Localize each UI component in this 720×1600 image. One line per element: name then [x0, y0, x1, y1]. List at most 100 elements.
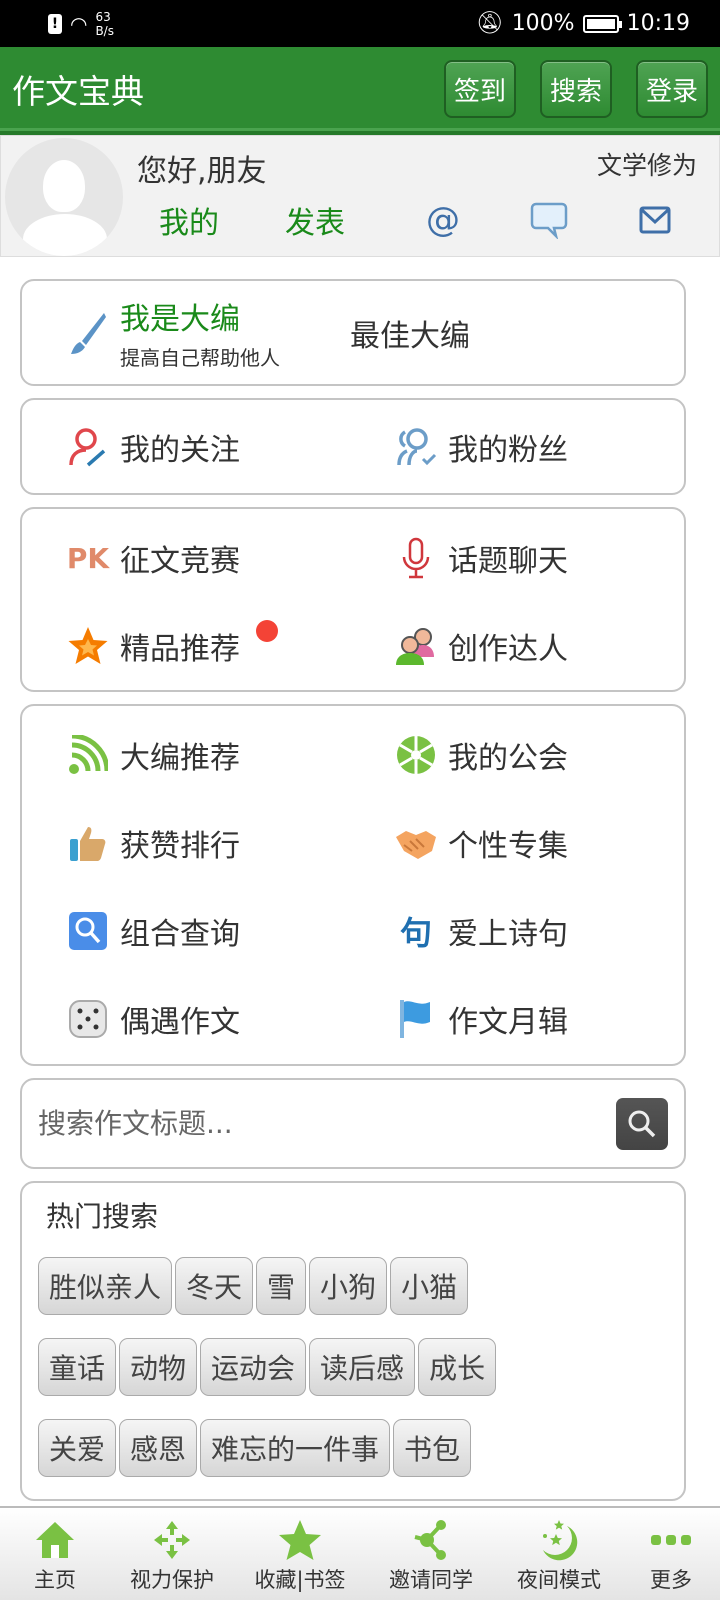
- clock: 10:19: [626, 11, 690, 36]
- follow-user-icon: [66, 425, 110, 469]
- editor-picks-label: 大编推荐: [120, 741, 240, 776]
- my-fans-label: 我的粉丝: [448, 432, 568, 468]
- battery-percent: 100%: [511, 11, 575, 36]
- pk-icon: PK: [66, 541, 110, 575]
- topic-chat-label: 话题聊天: [448, 544, 568, 579]
- brush-icon: [66, 311, 110, 355]
- hot-search-card: 热门搜索 胜似亲人 冬天 雪 小狗 小猫 童话 动物 运动会 读后感 成长 关爱…: [20, 1181, 686, 1501]
- feature-card: PK 征文竞赛 话题聊天 精品推荐 创作达人: [20, 507, 686, 692]
- hot-search-row: 童话 动物 运动会 读后感 成长: [38, 1338, 684, 1419]
- hot-tag[interactable]: 冬天: [175, 1257, 254, 1315]
- tab-home[interactable]: 主页: [0, 1508, 110, 1600]
- combined-search-item[interactable]: 组合查询: [22, 887, 350, 975]
- monthly-collection-item[interactable]: 作文月辑: [350, 975, 678, 1063]
- creators-label: 创作达人: [448, 632, 568, 667]
- essay-contest-label: 征文竞赛: [120, 544, 240, 579]
- hot-tag[interactable]: 雪: [256, 1257, 307, 1315]
- at-mention-icon[interactable]: @: [423, 200, 463, 240]
- hot-tag[interactable]: 关爱: [38, 1419, 117, 1477]
- hot-tag[interactable]: 小狗: [309, 1257, 388, 1315]
- checkin-button[interactable]: 签到: [444, 60, 516, 118]
- editor-card: 我是大编 提高自己帮助他人 最佳大编: [20, 279, 686, 386]
- battery-icon: [582, 14, 622, 33]
- rss-icon: [66, 733, 110, 777]
- likes-ranking-item[interactable]: 获赞排行: [22, 799, 350, 887]
- sim-alert-icon: !: [48, 13, 62, 34]
- search-card: [20, 1078, 686, 1169]
- random-essay-label: 偶遇作文: [120, 1005, 240, 1040]
- tab-night-mode[interactable]: 夜间模式: [496, 1508, 622, 1600]
- comment-icon[interactable]: [529, 200, 569, 240]
- essay-contest-item[interactable]: PK 征文竞赛: [22, 514, 350, 602]
- tab-more-label: 更多: [650, 1568, 692, 1592]
- my-fans-item[interactable]: 我的粉丝: [350, 403, 678, 491]
- featured-item[interactable]: 精品推荐: [22, 602, 350, 690]
- hot-tag[interactable]: 读后感: [309, 1338, 416, 1396]
- i-am-editor-entry[interactable]: 我是大编 提高自己帮助他人: [22, 294, 350, 371]
- topic-chat-item[interactable]: 话题聊天: [350, 514, 678, 602]
- editor-picks-item[interactable]: 大编推荐: [22, 711, 350, 799]
- more-dots-icon: [650, 1516, 692, 1564]
- best-editor-link[interactable]: 最佳大编: [350, 311, 470, 355]
- thumbs-up-icon: [66, 821, 110, 865]
- creators-item[interactable]: 创作达人: [350, 602, 678, 690]
- hot-tag[interactable]: 书包: [393, 1419, 472, 1477]
- combined-search-label: 组合查询: [120, 917, 240, 952]
- rank-link[interactable]: 文学修为: [597, 146, 697, 182]
- hot-search-row: 关爱 感恩 难忘的一件事 书包: [38, 1419, 684, 1500]
- tab-invite[interactable]: 邀请同学: [366, 1508, 496, 1600]
- hot-tag[interactable]: 难忘的一件事: [200, 1419, 391, 1477]
- star-icon: [66, 624, 110, 668]
- follow-card: 我的关注 我的粉丝: [20, 398, 686, 495]
- hot-tag[interactable]: 感恩: [119, 1419, 198, 1477]
- my-link[interactable]: 我的: [159, 198, 219, 242]
- tab-home-label: 主页: [34, 1568, 76, 1592]
- love-poems-item[interactable]: 句 爱上诗句: [350, 887, 678, 975]
- search-input[interactable]: [38, 1107, 616, 1140]
- collections-item[interactable]: 个性专集: [350, 799, 678, 887]
- home-icon: [34, 1516, 76, 1564]
- hot-tag[interactable]: 成长: [418, 1338, 497, 1396]
- mail-icon[interactable]: [635, 200, 675, 240]
- hot-tag[interactable]: 小猫: [390, 1257, 469, 1315]
- publish-link[interactable]: 发表: [285, 198, 345, 242]
- random-essay-item[interactable]: 偶遇作文: [22, 975, 350, 1063]
- status-bar: ! ◠ 63 B/s 🔕︎ 100% 10:19: [0, 0, 720, 47]
- likes-ranking-label: 获赞排行: [120, 829, 240, 864]
- tab-favorites-label: 收藏|书签: [254, 1568, 346, 1592]
- my-follows-label: 我的关注: [120, 432, 240, 468]
- tab-favorites[interactable]: 收藏|书签: [234, 1508, 366, 1600]
- hot-tag[interactable]: 运动会: [200, 1338, 307, 1396]
- editor-title: 我是大编: [120, 302, 240, 337]
- login-button[interactable]: 登录: [636, 60, 708, 118]
- aperture-icon: [394, 733, 438, 777]
- star-icon: [279, 1516, 321, 1564]
- sentence-glyph-icon: 句: [399, 914, 432, 952]
- move-arrows-icon: [152, 1516, 192, 1564]
- tab-eye-care[interactable]: 视力保护: [110, 1508, 234, 1600]
- search-submit-button[interactable]: [616, 1097, 668, 1150]
- hot-tag[interactable]: 胜似亲人: [38, 1257, 173, 1315]
- tab-more[interactable]: 更多: [622, 1508, 720, 1600]
- search-button[interactable]: 搜索: [540, 60, 612, 118]
- avatar[interactable]: [5, 138, 123, 256]
- profile-panel: 您好,朋友 文学修为 我的 发表 @: [0, 135, 720, 257]
- dice-icon: [66, 997, 110, 1041]
- tab-eye-care-label: 视力保护: [130, 1568, 214, 1592]
- greeting: 您好,朋友: [137, 154, 267, 189]
- tab-invite-label: 邀请同学: [389, 1568, 473, 1592]
- bell-muted-icon: 🔕︎: [475, 11, 504, 36]
- magnifier-icon: [66, 909, 110, 953]
- my-guild-item[interactable]: 我的公会: [350, 711, 678, 799]
- bottom-tab-bar: 主页 视力保护 收藏|书签 邀请同学 夜间模式 更多: [0, 1506, 720, 1600]
- my-follows-item[interactable]: 我的关注: [22, 403, 350, 491]
- hot-tag[interactable]: 童话: [38, 1338, 117, 1396]
- collections-label: 个性专集: [448, 829, 568, 864]
- microphone-icon: [394, 536, 438, 580]
- hot-tag[interactable]: 动物: [119, 1338, 198, 1396]
- notification-badge: [256, 620, 278, 642]
- handshake-icon: [394, 821, 438, 865]
- net-unit: B/s: [95, 23, 114, 38]
- flag-icon: [394, 997, 438, 1041]
- net-speed: 63: [95, 9, 111, 24]
